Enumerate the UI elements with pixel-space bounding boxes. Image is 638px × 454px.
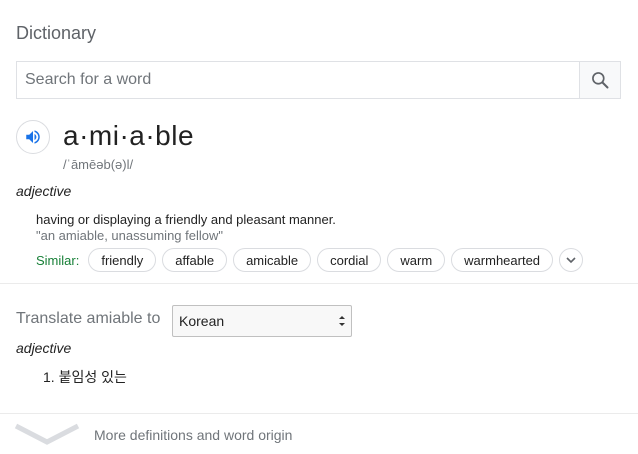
definition: having or displaying a friendly and plea… (36, 212, 336, 227)
more-definitions-label: More definitions and word origin (94, 427, 293, 443)
language-select-value: Korean (179, 313, 225, 329)
part-of-speech: adjective (16, 183, 72, 199)
more-definitions-link[interactable]: More definitions and word origin (0, 414, 638, 454)
expand-similar-button[interactable] (559, 248, 584, 272)
dictionary-title: Dictionary (16, 23, 97, 43)
similar-chip[interactable]: cordial (317, 248, 382, 272)
phonetic: /ˈāmēəb(ə)l/ (63, 157, 134, 172)
search-input[interactable] (17, 62, 579, 98)
example-sentence: "an amiable, unassuming fellow" (36, 228, 223, 243)
similar-chip[interactable]: warm (387, 248, 446, 272)
search-icon (592, 72, 609, 89)
speaker-icon (26, 130, 40, 144)
translate-label: Translate amiable to (16, 310, 161, 327)
similar-chip[interactable]: affable (162, 248, 228, 272)
select-arrows-icon (339, 316, 345, 326)
translation-item: 1. 붙임성 있는 (43, 369, 127, 385)
language-select[interactable]: Korean (172, 305, 352, 337)
section-divider (0, 283, 638, 284)
chevron-down-icon (566, 257, 576, 264)
search-box (16, 61, 621, 99)
search-button[interactable] (579, 62, 620, 98)
pronunciation-audio-button[interactable] (16, 120, 50, 154)
similar-label: Similar: (36, 252, 80, 268)
similar-chip[interactable]: warmhearted (451, 248, 554, 272)
similar-words: Similar: friendly affable amicable cordi… (36, 248, 584, 272)
similar-chip[interactable]: friendly (88, 248, 157, 272)
chevron-down-icon (14, 423, 80, 445)
headword: a·mi·a·ble (63, 120, 195, 151)
similar-chip[interactable]: amicable (233, 248, 312, 272)
translation-part-of-speech: adjective (16, 340, 72, 356)
